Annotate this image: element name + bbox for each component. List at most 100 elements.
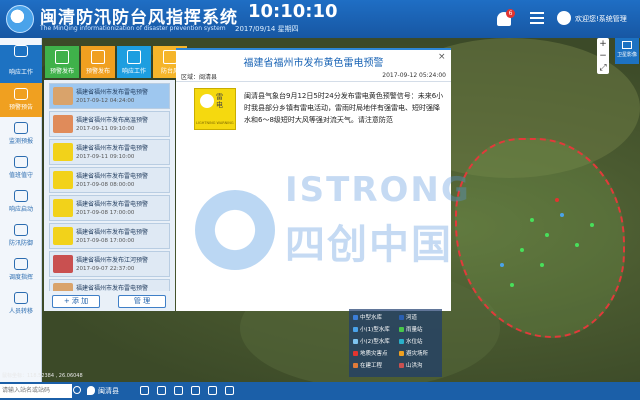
- lock-icon[interactable]: [191, 386, 200, 395]
- warning-signal-icon: [53, 143, 73, 161]
- warning-list-item[interactable]: 福建省福州市发布雷电预警2017-09-07 22:37:00: [49, 279, 170, 291]
- sidebar-item-launch[interactable]: 响应启动: [0, 185, 42, 219]
- close-icon[interactable]: ×: [438, 52, 446, 62]
- county-selector[interactable]: 闽清县: [98, 386, 119, 396]
- legend-label: 水位站: [406, 339, 423, 345]
- print-icon[interactable]: [208, 386, 217, 395]
- legend-label: 小(1)型水库: [360, 327, 390, 333]
- sidebar-item-label: 监测预报: [8, 138, 33, 145]
- bottom-toolbar: 闽清县: [0, 382, 640, 400]
- warning-list-item[interactable]: 福建省福州市发布雷电预警 2017-09-08 08:00:00: [49, 167, 170, 193]
- menu-icon[interactable]: [530, 12, 544, 24]
- search-input[interactable]: [0, 384, 72, 398]
- location-icon: [87, 386, 95, 395]
- layers-icon: [622, 41, 632, 49]
- station-marker[interactable]: [590, 223, 594, 227]
- legend-swatch-icon: [399, 339, 404, 344]
- station-marker[interactable]: [500, 263, 504, 267]
- warning-item-title: 福建省福州市发布江河预警: [76, 257, 149, 264]
- search-icon[interactable]: [73, 386, 81, 394]
- sidebar-item-evacuation[interactable]: 人员转移: [0, 287, 42, 321]
- add-button[interactable]: + 添 加: [52, 295, 100, 308]
- warning-list-item[interactable]: 福建省福州市发布雷电预警 2017-09-08 17:00:00: [49, 195, 170, 221]
- sidebar-item-duty[interactable]: 值班值守: [0, 151, 42, 185]
- sidebar-item-warning[interactable]: 预警预告: [0, 83, 42, 117]
- warning-list-item[interactable]: 福建省福州市发布高温预警 2017-09-11 09:10:00: [49, 111, 170, 137]
- warning-list-item[interactable]: 福建省福州市发布雷电预警 2017-09-12 04:24:00: [49, 83, 170, 109]
- settings-icon[interactable]: [157, 386, 166, 395]
- layer-switch-button[interactable]: 卫星影像: [615, 38, 639, 64]
- zoom-out-button[interactable]: −: [597, 50, 609, 62]
- legend-item[interactable]: 中型水库: [353, 313, 382, 321]
- station-marker[interactable]: [530, 218, 534, 222]
- layers-tool-icon[interactable]: [174, 386, 183, 395]
- tile-warning-publish[interactable]: 预警发布: [45, 46, 79, 78]
- mouse-coordinates: 鼠标坐标：118.52384 , 26.06048: [2, 373, 83, 379]
- legend-item[interactable]: 避灾场所: [399, 349, 428, 357]
- station-marker[interactable]: [540, 263, 544, 267]
- warning-signal-icon: [53, 171, 73, 189]
- date: 2017/09/14 星期四: [235, 25, 299, 33]
- measure-icon[interactable]: [140, 386, 149, 395]
- sidebar-item-label: 调度指挥: [8, 274, 33, 281]
- legend-item[interactable]: 河道: [399, 313, 417, 321]
- clipboard-icon: [91, 50, 105, 64]
- area-label: 区域：闽清县: [181, 74, 218, 81]
- warning-item-time: 2017-09-07 22:37:00: [76, 266, 135, 272]
- tile-response[interactable]: 响应工作: [117, 46, 151, 78]
- sidebar-item-defense[interactable]: 防汛防御: [0, 219, 42, 253]
- legend-label: 在建工程: [360, 363, 383, 369]
- station-marker[interactable]: [575, 243, 579, 247]
- detail-body: 闽清县气象台9月12日5时24分发布雷电黄色预警信号：未来6小时我县部分乡镇有雷…: [244, 92, 444, 124]
- legend-item[interactable]: 水位站: [399, 337, 423, 345]
- zoom-in-button[interactable]: +: [597, 38, 609, 50]
- station-marker[interactable]: [510, 283, 514, 287]
- warning-list-actions: + 添 加 管 理: [44, 293, 175, 311]
- warning-list[interactable]: 福建省福州市发布雷电预警 2017-09-12 04:24:00 福建省福州市发布高…: [49, 83, 170, 291]
- station-marker[interactable]: [555, 198, 559, 202]
- station-marker[interactable]: [545, 233, 549, 237]
- manage-button[interactable]: 管 理: [118, 295, 166, 308]
- tile-warning-publish-2[interactable]: 预警发布: [81, 46, 115, 78]
- warning-signal-icon: [53, 87, 73, 105]
- shield-icon: [14, 258, 28, 270]
- warning-list-item[interactable]: 福建省福州市发布雷电预警 2017-09-08 17:00:00: [49, 223, 170, 249]
- station-marker[interactable]: [520, 248, 524, 252]
- legend-item[interactable]: 山洪沟: [399, 361, 423, 369]
- lightning-bolt-icon: [200, 94, 214, 108]
- legend-item[interactable]: 小(1)型水库: [353, 325, 390, 333]
- detail-meta: 区域：闽清县 2017-09-12 05:24:00: [176, 70, 451, 82]
- legend-label: 雨量站: [406, 327, 423, 333]
- map-legend: 中型水库 河道小(1)型水库 雨量站小(2)型水库 水位站地质灾害点 避灾场所在建工程 山…: [349, 309, 442, 377]
- warning-item-time: 2017-09-08 08:00:00: [76, 182, 135, 188]
- warning-item-title: 福建省福州市发布雷电预警: [76, 145, 149, 152]
- legend-swatch-icon: [399, 327, 404, 332]
- warning-signal-icon: [53, 227, 73, 245]
- sidebar-item-dispatch[interactable]: 调度指挥: [0, 253, 42, 287]
- user-name[interactable]: 欢迎您!系统管理: [575, 14, 627, 24]
- notification-button[interactable]: 6: [497, 9, 517, 29]
- station-marker[interactable]: [560, 213, 564, 217]
- warning-detail-panel: 福建省福州市发布黄色雷电预警 × 区域：闽清县 2017-09-12 05:24…: [176, 48, 451, 311]
- tile-label: 预警发布: [49, 68, 74, 75]
- legend-item[interactable]: 雨量站: [399, 325, 423, 333]
- legend-item[interactable]: 小(2)型水库: [353, 337, 390, 345]
- warning-item-time: 2017-09-11 09:10:00: [76, 154, 135, 160]
- warning-list-item[interactable]: 福建省福州市发布江河预警 2017-09-07 22:37:00: [49, 251, 170, 277]
- fullscreen-button[interactable]: ⤢: [597, 62, 609, 74]
- sidebar-top-response[interactable]: 响应工作: [0, 45, 42, 83]
- legend-item[interactable]: 地质灾害点: [353, 349, 388, 357]
- warning-signal-icon: [53, 255, 73, 273]
- legend-item[interactable]: 在建工程: [353, 361, 382, 369]
- user-icon[interactable]: [557, 11, 571, 25]
- warning-list-item[interactable]: 福建省福州市发布雷电预警 2017-09-11 09:10:00: [49, 139, 170, 165]
- legend-swatch-icon: [399, 315, 404, 320]
- warning-item-title: 福建省福州市发布雷电预警: [76, 173, 149, 180]
- zoom-control: + − ⤢: [597, 38, 609, 74]
- clock: 10:10:10: [248, 1, 338, 22]
- warning-item-title: 福建省福州市发布雷电预警: [76, 89, 149, 96]
- user-tool-icon[interactable]: [225, 386, 234, 395]
- sidebar-item-monitor[interactable]: 监测预报: [0, 117, 42, 151]
- sidebar-top-label: 响应工作: [8, 69, 33, 76]
- legend-swatch-icon: [353, 351, 358, 356]
